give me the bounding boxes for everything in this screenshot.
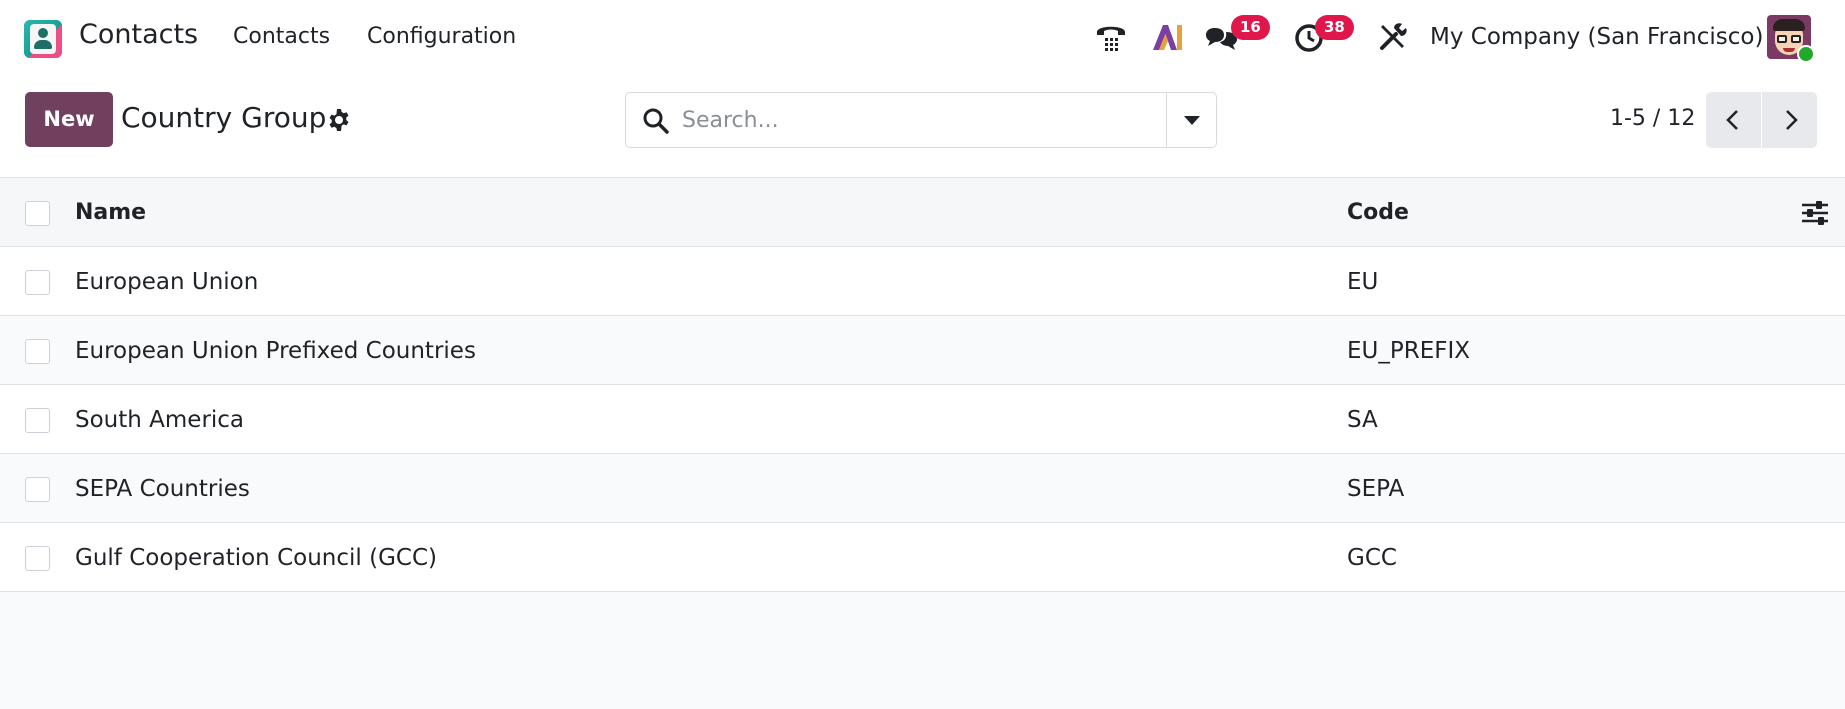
cell-code: EU_PREFIX bbox=[1347, 338, 1471, 364]
select-all-checkbox[interactable] bbox=[25, 201, 50, 226]
cell-code: SEPA bbox=[1347, 476, 1405, 502]
menu-configuration[interactable]: Configuration bbox=[367, 24, 516, 49]
tools-icon[interactable] bbox=[1376, 20, 1410, 54]
messages-badge: 16 bbox=[1231, 15, 1270, 40]
cell-name: European Union bbox=[75, 269, 259, 295]
row-checkbox[interactable] bbox=[25, 270, 50, 295]
table-row[interactable]: European Union EU bbox=[0, 247, 1845, 316]
gear-icon[interactable] bbox=[327, 108, 351, 132]
pager-value[interactable]: 1-5 / 12 bbox=[1610, 106, 1695, 131]
column-header-name[interactable]: Name bbox=[75, 200, 146, 225]
top-navbar: Contacts Contacts Configuration 16 38 My… bbox=[0, 0, 1845, 75]
table-row[interactable]: SEPA Countries SEPA bbox=[0, 454, 1845, 523]
search-input[interactable] bbox=[682, 103, 1142, 137]
app-name[interactable]: Contacts bbox=[79, 19, 198, 50]
cell-name: SEPA Countries bbox=[75, 476, 250, 502]
menu-contacts[interactable]: Contacts bbox=[233, 24, 330, 49]
row-checkbox[interactable] bbox=[25, 477, 50, 502]
row-checkbox[interactable] bbox=[25, 546, 50, 571]
contacts-app-icon[interactable] bbox=[24, 20, 62, 58]
online-status-dot bbox=[1797, 45, 1815, 63]
chevron-left-icon bbox=[1726, 110, 1738, 130]
table-row[interactable]: Gulf Cooperation Council (GCC) GCC bbox=[0, 523, 1845, 592]
country-group-list: Name Code European Union EU European Uni… bbox=[0, 177, 1845, 592]
search-bar bbox=[625, 92, 1217, 148]
table-row[interactable]: South America SA bbox=[0, 385, 1845, 454]
cell-code: SA bbox=[1347, 407, 1378, 433]
phone-icon[interactable] bbox=[1094, 20, 1128, 54]
chevron-right-icon bbox=[1786, 110, 1798, 130]
column-options-icon[interactable] bbox=[1801, 200, 1829, 226]
row-checkbox[interactable] bbox=[25, 408, 50, 433]
cell-name: South America bbox=[75, 407, 245, 433]
search-icon bbox=[643, 108, 669, 134]
ai-icon[interactable] bbox=[1150, 20, 1184, 54]
list-empty-area bbox=[0, 592, 1845, 709]
page-title: Country Group bbox=[121, 101, 327, 134]
column-header-code[interactable]: Code bbox=[1347, 200, 1409, 225]
cell-code: EU bbox=[1347, 269, 1379, 295]
search-options-toggle[interactable] bbox=[1166, 93, 1217, 147]
row-checkbox[interactable] bbox=[25, 339, 50, 364]
cell-name: European Union Prefixed Countries bbox=[75, 338, 476, 364]
new-button[interactable]: New bbox=[25, 92, 113, 147]
caret-down-icon bbox=[1184, 116, 1200, 125]
activities-badge: 38 bbox=[1315, 15, 1354, 40]
pager-next-button[interactable] bbox=[1762, 92, 1817, 148]
cell-name: Gulf Cooperation Council (GCC) bbox=[75, 545, 437, 571]
list-header: Name Code bbox=[0, 178, 1845, 247]
pager-previous-button[interactable] bbox=[1706, 92, 1761, 148]
table-row[interactable]: European Union Prefixed Countries EU_PRE… bbox=[0, 316, 1845, 385]
company-switcher[interactable]: My Company (San Francisco) bbox=[1430, 24, 1763, 50]
cell-code: GCC bbox=[1347, 545, 1397, 571]
